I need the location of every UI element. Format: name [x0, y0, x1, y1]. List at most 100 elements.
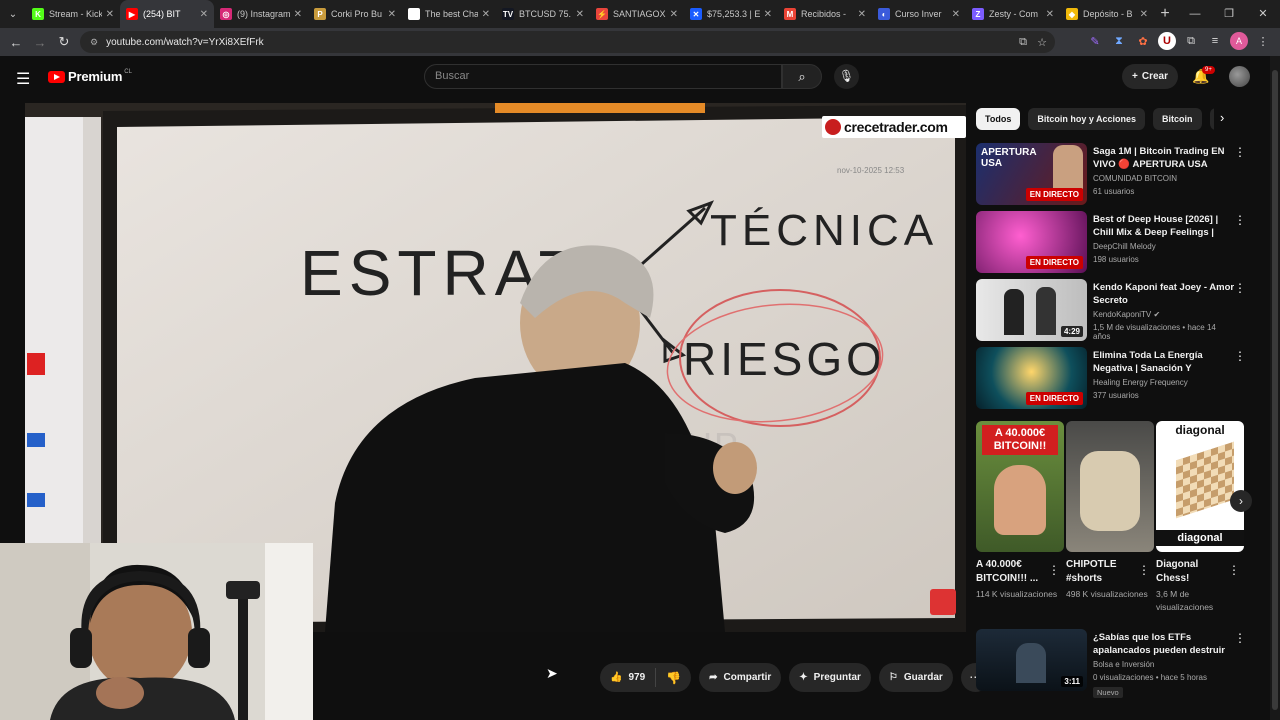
short-menu-icon[interactable]: ⋮: [1048, 563, 1060, 577]
channel-watermark[interactable]: crecetrader.com: [822, 116, 966, 138]
chip-bitcoin-hoy[interactable]: Bitcoin hoy y Acciones: [1028, 108, 1146, 130]
browser-tab[interactable]: Z Zesty - Com ✕: [966, 0, 1060, 28]
tab-close-icon[interactable]: ✕: [670, 9, 678, 20]
search-button[interactable]: ⌕: [782, 64, 822, 89]
video-title: ¿Sabías que los ETFs apalancados pueden …: [1093, 632, 1225, 656]
site-info-icon[interactable]: ⚙: [90, 37, 98, 48]
video-duration: 3:11: [1061, 676, 1083, 687]
new-badge: Nuevo: [1093, 687, 1123, 698]
share-button[interactable]: ➦ Compartir: [699, 663, 782, 692]
board-word-tecnica: TÉCNICA: [710, 206, 938, 255]
tab-close-icon[interactable]: ✕: [1140, 9, 1148, 20]
recommendation-item[interactable]: EN DIRECTO Best of Deep House [2026] | C…: [976, 211, 1266, 273]
browser-tab[interactable]: P Corki Pro Bu ✕: [308, 0, 402, 28]
recommendation-item[interactable]: APERTURA USA EN DIRECTO Saga 1M | Bitcoi…: [976, 143, 1266, 205]
short-item[interactable]: A 40.000€ BITCOIN!! A 40.000€ BITCOIN!!!…: [976, 421, 1064, 601]
channel-name: DeepChill Melody: [1093, 242, 1156, 251]
recommendation-item[interactable]: 3:11 ¿Sabías que los ETFs apalancados pu…: [976, 629, 1266, 698]
recommendation-item[interactable]: 4:29 Kendo Kaponi feat Joey - Amor Secre…: [976, 279, 1266, 341]
extension-icon[interactable]: ⧗: [1110, 32, 1128, 50]
cast-icon[interactable]: ⧉: [1019, 36, 1027, 49]
browser-tab-strip: ⌄ K Stream - Kick ✕ ▶ (254) BIT ✕ ◎ (9) Instagr…: [0, 0, 1280, 28]
browser-tab[interactable]: ◐ Curso Inver ✕: [872, 0, 966, 28]
tab-close-icon[interactable]: ✕: [200, 9, 208, 20]
menu-kebab-icon[interactable]: ⋮: [1254, 32, 1272, 50]
short-menu-icon[interactable]: ⋮: [1228, 563, 1240, 577]
tab-close-icon[interactable]: ✕: [1046, 9, 1054, 20]
puzzle-icon[interactable]: ⧉: [1182, 32, 1200, 50]
hamburger-menu-icon[interactable]: ☰: [16, 69, 30, 89]
profile-avatar[interactable]: A: [1230, 32, 1248, 50]
region-label: CL: [124, 68, 132, 75]
like-button[interactable]: 👍 979: [600, 668, 657, 687]
tab-title: Corki Pro Bu: [331, 9, 383, 19]
save-button[interactable]: ⚐ Guardar: [878, 663, 953, 692]
tab-close-icon[interactable]: ✕: [294, 9, 302, 20]
tab-close-icon[interactable]: ✕: [952, 9, 960, 20]
browser-tab[interactable]: K Stream - Kick ✕: [26, 0, 120, 28]
tab-close-icon[interactable]: ✕: [388, 9, 396, 20]
scrollbar-thumb[interactable]: [1272, 70, 1278, 710]
item-menu-icon[interactable]: ⋮: [1234, 349, 1246, 363]
item-menu-icon[interactable]: ⋮: [1234, 213, 1246, 227]
browser-tab[interactable]: TV BTCUSD 75. ✕: [496, 0, 590, 28]
close-window-icon[interactable]: ✕: [1246, 0, 1280, 28]
dislike-button[interactable]: 👎: [656, 671, 691, 685]
chips-next-icon[interactable]: ›: [1220, 110, 1224, 125]
shorts-next-button[interactable]: ›: [1230, 490, 1252, 512]
account-avatar[interactable]: [1229, 66, 1250, 87]
new-tab-button[interactable]: +: [1154, 5, 1176, 23]
ublock-icon[interactable]: U: [1158, 32, 1176, 50]
channel-name: COMUNIDAD BITCOIN: [1093, 174, 1177, 183]
bookmark-star-icon[interactable]: ☆: [1037, 36, 1047, 49]
media-icon[interactable]: ≡: [1206, 32, 1224, 50]
tab-close-icon[interactable]: ✕: [764, 9, 772, 20]
short-menu-icon[interactable]: ⋮: [1138, 563, 1150, 577]
search-input[interactable]: Buscar: [424, 64, 782, 89]
tab-close-icon[interactable]: ✕: [482, 9, 490, 20]
youtube-logo[interactable]: Premium CL: [48, 69, 132, 84]
chip-todos[interactable]: Todos: [976, 108, 1021, 130]
board-date: nov-10-2025 12:53: [837, 166, 905, 175]
plus-icon: +: [1132, 71, 1138, 82]
item-menu-icon[interactable]: ⋮: [1234, 145, 1246, 159]
browser-tab[interactable]: ◎ (9) Instagram ✕: [214, 0, 308, 28]
tab-title: Stream - Kick: [49, 9, 102, 19]
short-item[interactable]: diagonal diagonal Diagonal Chess! 3,6 M …: [1156, 421, 1244, 614]
recommendation-item[interactable]: EN DIRECTO Elimina Toda La Energía Negat…: [976, 347, 1266, 409]
page-scrollbar[interactable]: [1270, 56, 1280, 720]
voice-search-button[interactable]: 🎙: [834, 64, 859, 89]
ask-button[interactable]: ✦ Preguntar: [789, 663, 871, 692]
video-stats: 1,5 M de visualizaciones • hace 14 años: [1093, 323, 1216, 341]
video-thumbnail: EN DIRECTO: [976, 211, 1087, 273]
video-thumbnail: 3:11: [976, 629, 1087, 691]
chip-bo[interactable]: Bo: [1209, 108, 1214, 130]
browser-tab[interactable]: M Recibidos - ✕: [778, 0, 872, 28]
item-menu-icon[interactable]: ⋮: [1234, 631, 1246, 645]
tab-close-icon[interactable]: ✕: [106, 9, 114, 20]
extension-icon[interactable]: ✎: [1086, 32, 1104, 50]
reload-icon[interactable]: ↻: [52, 34, 76, 50]
browser-tab[interactable]: ⚡ SANTIAGOX ✕: [590, 0, 684, 28]
browser-tab[interactable]: ▶ (254) BIT ✕: [120, 0, 214, 28]
maximize-icon[interactable]: ❐: [1212, 0, 1246, 28]
forward-icon[interactable]: →: [28, 35, 52, 50]
url-field[interactable]: ⚙ youtube.com/watch?v=YrXi8XEfFrk ⧉ ☆: [80, 31, 1055, 53]
tab-close-icon[interactable]: ✕: [576, 9, 584, 20]
browser-tab[interactable]: ✕ $75,253.3 | E ✕: [684, 0, 778, 28]
create-button[interactable]: + Crear: [1122, 64, 1178, 89]
short-item[interactable]: CHIPOTLE #shorts 498 K visualizaciones ⋮: [1066, 421, 1154, 601]
chip-bitcoin[interactable]: Bitcoin: [1153, 108, 1202, 130]
tab-close-icon[interactable]: ✕: [858, 9, 866, 20]
extension-icon[interactable]: ✿: [1134, 32, 1152, 50]
minimize-icon[interactable]: —: [1178, 0, 1212, 28]
back-icon[interactable]: ←: [4, 35, 28, 50]
browser-tab[interactable]: ◆ Depósito - B ✕: [1060, 0, 1154, 28]
browser-tab[interactable]: ◆ The best Cha ✕: [402, 0, 496, 28]
tab-search-icon[interactable]: ⌄: [0, 0, 26, 28]
thumbs-down-icon: 👎: [666, 670, 682, 685]
video-duration: 4:29: [1060, 326, 1083, 337]
thumb-caption: A 40.000€ BITCOIN!!: [982, 425, 1058, 455]
mic-icon: 🎙: [838, 69, 855, 83]
item-menu-icon[interactable]: ⋮: [1234, 281, 1246, 295]
